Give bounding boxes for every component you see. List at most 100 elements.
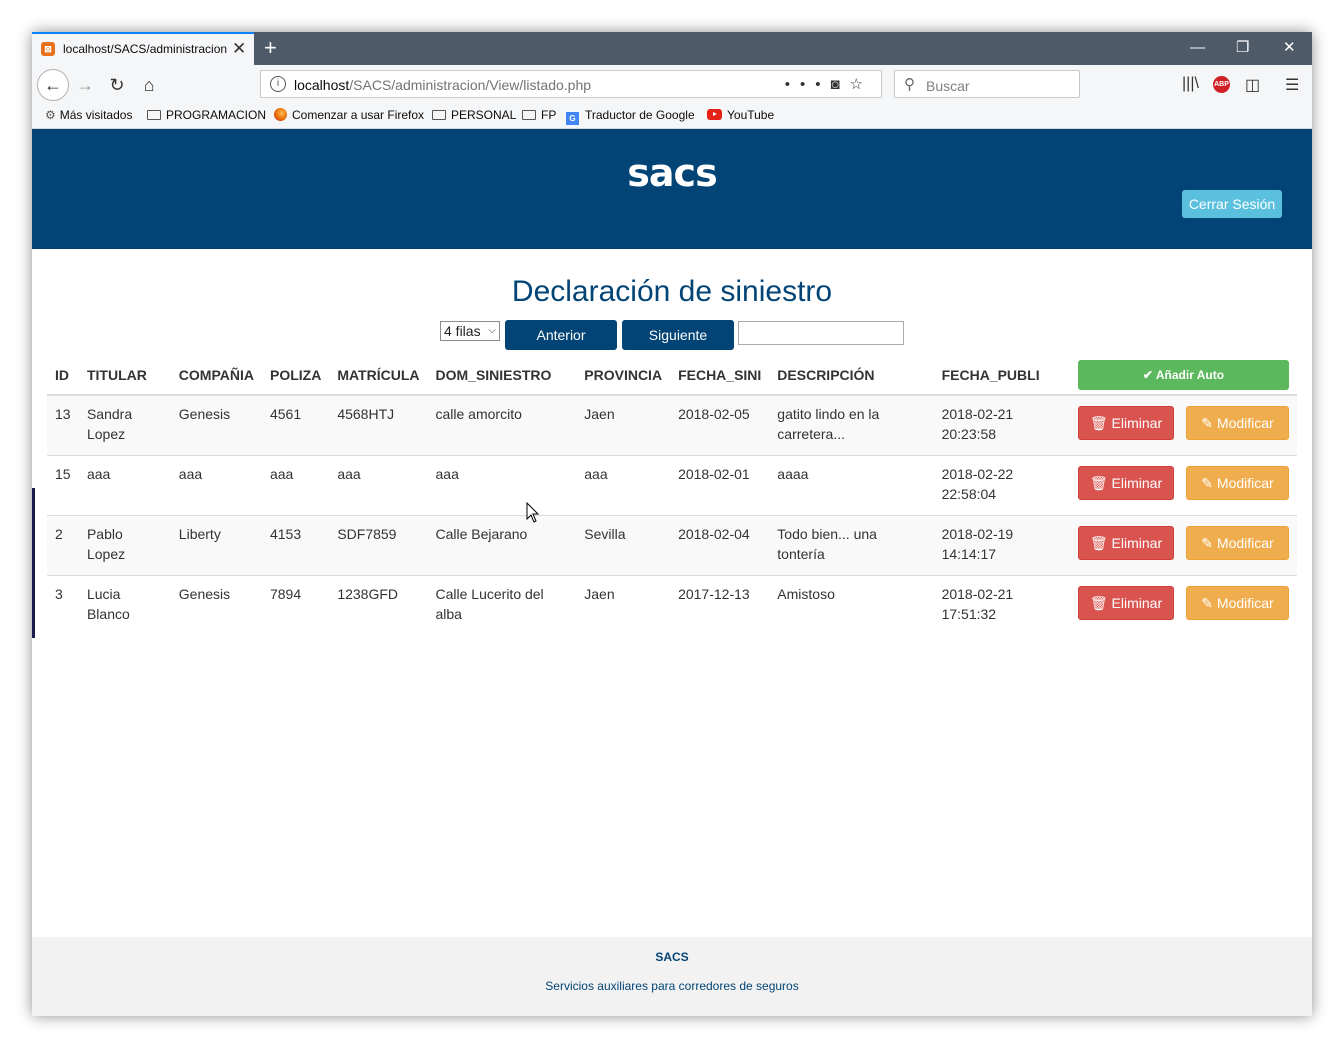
cell-descripcion: Amistoso (769, 575, 934, 635)
bookmark-traductor[interactable]: G Traductor de Google (566, 108, 695, 125)
cell-compania: Genesis (170, 394, 262, 456)
info-icon[interactable]: i (270, 76, 286, 92)
left-edge-bar (32, 488, 35, 638)
library-icon[interactable]: |||\ (1182, 75, 1199, 93)
check-icon: ✔ (1142, 368, 1153, 382)
footer-brand: SACS (655, 950, 689, 964)
menu-icon[interactable]: ☰ (1285, 75, 1299, 95)
col-id[interactable]: ID (47, 356, 79, 396)
url-text: localhost/SACS/administracion/View/lista… (294, 77, 592, 93)
table-row: 13 Sandra Lopez Genesis 4561 4568HTJ cal… (47, 394, 1297, 456)
filter-input[interactable] (738, 321, 904, 345)
logout-button[interactable]: Cerrar Sesión (1182, 190, 1282, 218)
col-dom-siniestro[interactable]: DOM_SINIESTRO (427, 356, 577, 396)
cell-actions: 🗑 Eliminar ✎ Modificar (1070, 515, 1297, 576)
add-auto-button[interactable]: ✔ Añadir Auto (1078, 360, 1289, 390)
cell-dom-siniestro: Calle Lucerito del alba (427, 575, 577, 635)
cell-compania: aaa (170, 455, 262, 516)
cell-dom-siniestro: calle amorcito (427, 394, 577, 456)
xampp-icon: ⊠ (41, 42, 55, 56)
pencil-icon: ✎ (1201, 595, 1214, 611)
next-button[interactable]: Siguiente (622, 320, 734, 350)
rows-per-page-select[interactable]: 4 filas ⌵ (440, 321, 500, 341)
cell-provincia: Jaen (576, 394, 671, 456)
trash-icon: 🗑 (1089, 415, 1108, 431)
cell-actions: 🗑 Eliminar ✎ Modificar (1070, 455, 1297, 516)
mouse-cursor-icon (526, 502, 540, 523)
cell-descripcion: aaaa (769, 455, 934, 516)
home-icon[interactable]: ⌂ (135, 71, 163, 99)
table-row: 15 aaa aaa aaa aaa aaa aaa 2018-02-01 aa… (47, 455, 1297, 516)
col-titular[interactable]: TITULAR (78, 356, 171, 396)
bookmark-youtube[interactable]: YouTube (707, 108, 774, 122)
previous-button[interactable]: Anterior (505, 320, 617, 350)
back-arrow-icon[interactable]: ← (37, 69, 69, 101)
delete-button[interactable]: 🗑 Eliminar (1078, 526, 1174, 560)
reload-icon[interactable]: ↻ (103, 71, 131, 99)
cell-fecha-publi: 2018-02-22 22:58:04 (933, 455, 1070, 516)
pencil-icon: ✎ (1201, 535, 1214, 551)
delete-button[interactable]: 🗑 Eliminar (1078, 586, 1174, 620)
folder-icon (522, 110, 536, 120)
pocket-icon[interactable]: ◙ (830, 76, 849, 93)
star-icon[interactable]: ☆ (850, 76, 873, 93)
cell-dom-siniestro: Calle Bejarano (427, 515, 577, 576)
cell-id: 15 (47, 455, 79, 516)
browser-window: ⊠ localhost/SACS/administracion ✕ + — ❐ … (32, 32, 1312, 1016)
cell-titular: Pablo Lopez (78, 515, 171, 576)
trash-icon: 🗑 (1089, 595, 1108, 611)
cell-poliza: 7894 (261, 575, 330, 635)
col-compania[interactable]: COMPAÑIA (170, 356, 262, 396)
trash-icon: 🗑 (1089, 475, 1108, 491)
tab-title: localhost/SACS/administracion (63, 42, 228, 56)
cell-matricula: 4568HTJ (329, 394, 428, 456)
close-icon[interactable]: ✕ (232, 39, 246, 59)
col-fecha-sini[interactable]: FECHA_SINI (670, 356, 770, 396)
modify-button[interactable]: ✎ Modificar (1186, 466, 1289, 500)
cell-matricula: SDF7859 (329, 515, 428, 576)
modify-button[interactable]: ✎ Modificar (1186, 526, 1289, 560)
cell-titular: Lucia Blanco (78, 575, 171, 635)
url-bar[interactable]: i localhost/SACS/administracion/View/lis… (260, 70, 882, 98)
tab-active[interactable]: ⊠ localhost/SACS/administracion ✕ (32, 32, 254, 65)
new-tab-icon[interactable]: + (264, 35, 277, 61)
restore-icon[interactable]: ❐ (1236, 38, 1249, 58)
col-matricula[interactable]: MATRÍCULA (329, 356, 428, 396)
search-input[interactable]: ⚲ Buscar (894, 70, 1080, 98)
col-fecha-publi[interactable]: FECHA_PUBLI (933, 356, 1070, 396)
more-icon[interactable]: ••• (785, 76, 831, 93)
bookmark-firefox[interactable]: Comenzar a usar Firefox (274, 108, 424, 122)
cell-fecha-publi: 2018-02-21 20:23:58 (933, 394, 1070, 456)
youtube-icon (707, 109, 722, 120)
page-title: Declaración de siniestro (511, 275, 833, 308)
cell-fecha-sini: 2018-02-01 (670, 455, 770, 516)
modify-button[interactable]: ✎ Modificar (1186, 406, 1289, 440)
cell-fecha-sini: 2017-12-13 (670, 575, 770, 635)
cell-provincia: Sevilla (576, 515, 671, 576)
google-translate-icon: G (566, 112, 579, 125)
page-content: sacs Cerrar Sesión Declaración de sinies… (32, 129, 1312, 1016)
gear-icon: ⚙ (45, 108, 56, 122)
col-poliza[interactable]: POLIZA (261, 356, 330, 396)
minimize-icon[interactable]: — (1190, 38, 1205, 58)
delete-button[interactable]: 🗑 Eliminar (1078, 466, 1174, 500)
bookmark-personal[interactable]: PERSONAL (432, 108, 516, 122)
nav-toolbar: ← → ↻ ⌂ i localhost/SACS/administracion/… (32, 65, 1312, 105)
table-row: 2 Pablo Lopez Liberty 4153 SDF7859 Calle… (47, 515, 1297, 576)
bookmark-fp[interactable]: FP (522, 108, 556, 122)
bookmark-mas-visitados[interactable]: ⚙ Más visitados (45, 108, 132, 122)
col-descripcion[interactable]: DESCRIPCIÓN (769, 356, 934, 396)
tab-strip: ⊠ localhost/SACS/administracion ✕ + — ❐ … (32, 32, 1312, 65)
adblock-icon[interactable]: ABP (1213, 76, 1230, 93)
sidebar-icon[interactable]: ◫ (1245, 75, 1260, 95)
bookmark-programacion[interactable]: PROGRAMACION (147, 108, 266, 122)
modify-button[interactable]: ✎ Modificar (1186, 586, 1289, 620)
col-provincia[interactable]: PROVINCIA (576, 356, 671, 396)
delete-button[interactable]: 🗑 Eliminar (1078, 406, 1174, 440)
folder-icon (147, 110, 161, 120)
window-close-icon[interactable]: ✕ (1283, 38, 1296, 58)
footer-tagline: Servicios auxiliares para corredores de … (545, 979, 799, 993)
search-icon: ⚲ (904, 76, 915, 93)
forward-arrow-icon[interactable]: → (71, 71, 99, 99)
trash-icon: 🗑 (1089, 535, 1108, 551)
